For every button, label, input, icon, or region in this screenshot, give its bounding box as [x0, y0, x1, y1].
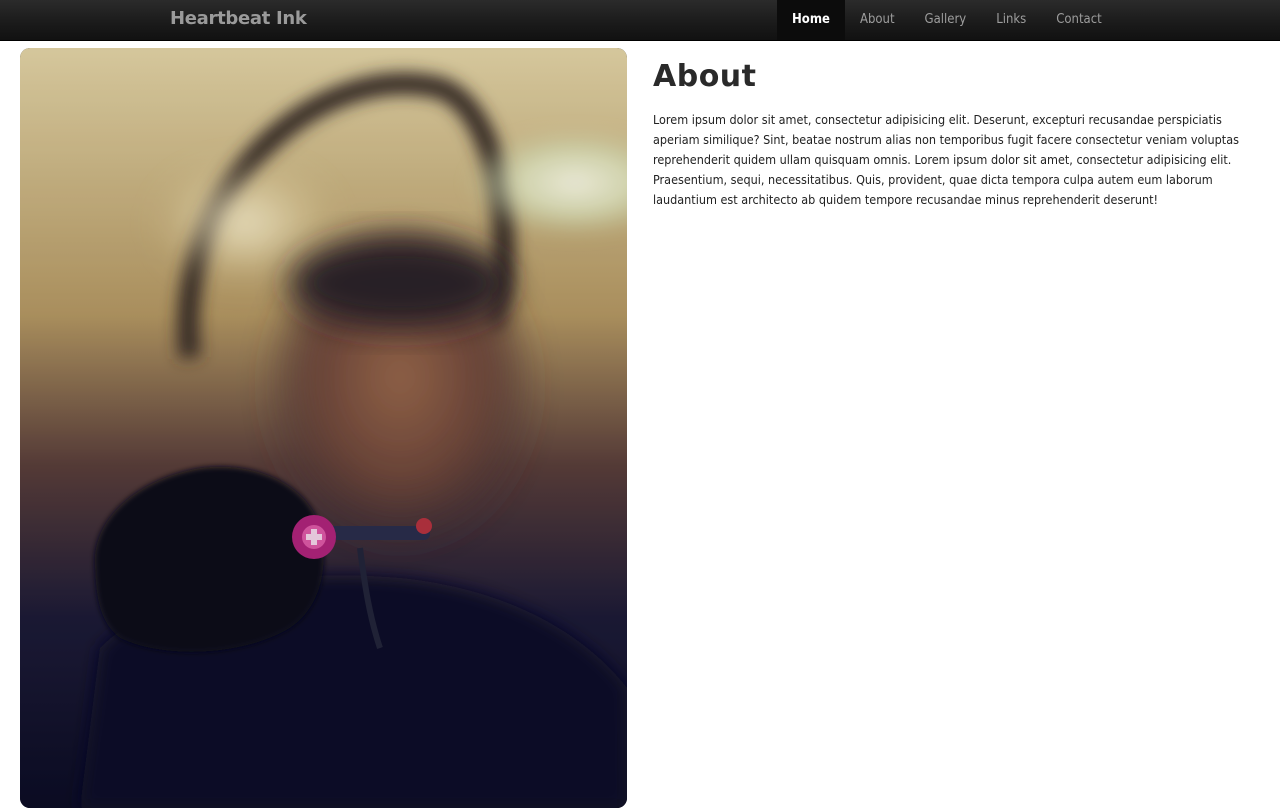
page-title: About — [653, 59, 757, 94]
nav-item-home[interactable]: Home — [777, 0, 845, 40]
nav-item-contact[interactable]: Contact — [1041, 0, 1117, 40]
tattoo-artist-photo — [20, 48, 627, 808]
brand-link[interactable]: Heartbeat Ink — [170, 7, 307, 31]
main-nav: Home About Gallery Links Contact — [777, 0, 1117, 40]
nav-item-gallery[interactable]: Gallery — [910, 0, 982, 40]
nav-item-about[interactable]: About — [845, 0, 910, 40]
nav-item-links[interactable]: Links — [981, 0, 1041, 40]
about-paragraph: Lorem ipsum dolor sit amet, consectetur … — [653, 112, 1239, 207]
vignette — [20, 48, 627, 808]
top-navbar: Heartbeat Ink Home About Gallery Links C… — [0, 0, 1280, 41]
about-section: About Lorem ipsum dolor sit amet, consec… — [653, 56, 1253, 210]
